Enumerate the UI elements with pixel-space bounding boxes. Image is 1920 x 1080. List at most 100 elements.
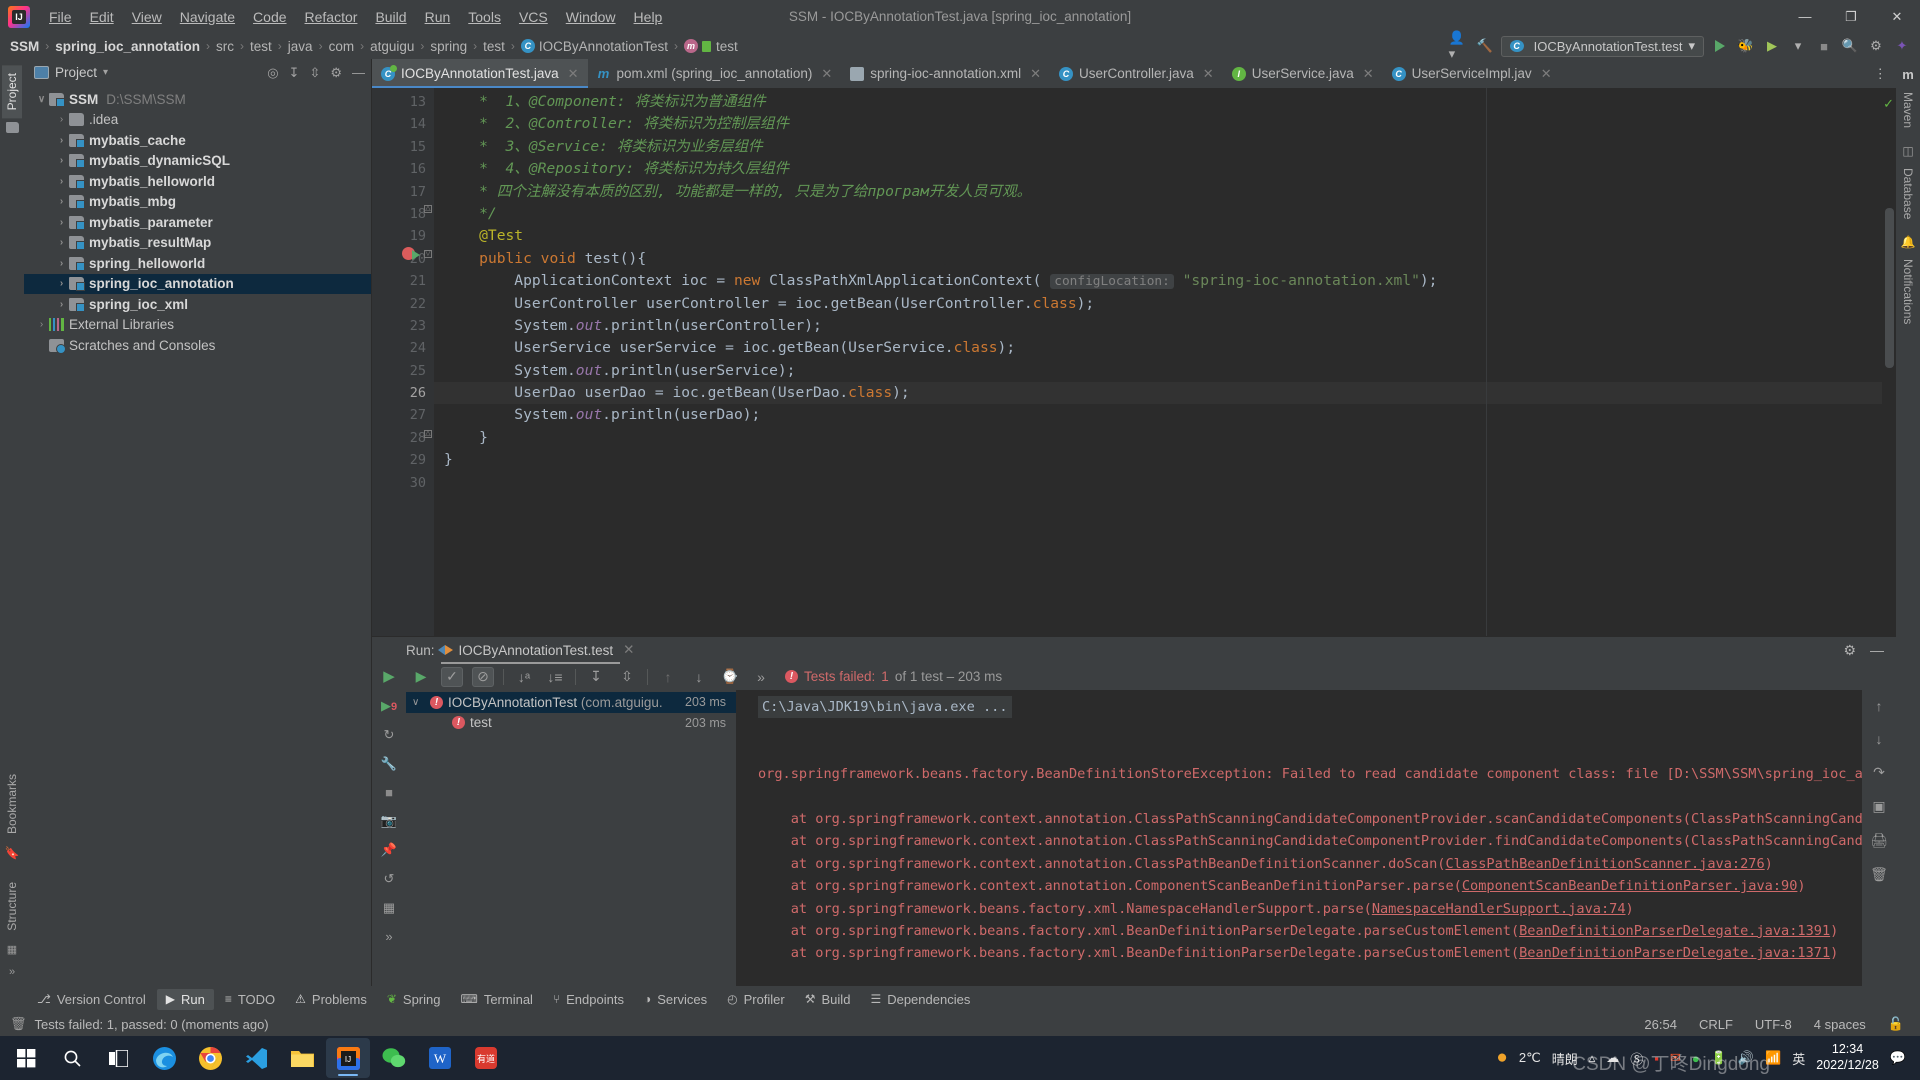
start-button[interactable]	[4, 1038, 48, 1078]
wifi-icon[interactable]: 📶	[1765, 1050, 1781, 1066]
code-line[interactable]: */	[434, 203, 1882, 225]
project-tree[interactable]: ∨ SSM D:\SSM\SSM › .idea › mybatis_cache › mybat…	[24, 86, 371, 986]
menu-build[interactable]: Build	[366, 6, 415, 28]
pin-tab-icon[interactable]: 📌	[381, 842, 397, 858]
sidebar-item-project[interactable]: Project	[2, 65, 22, 119]
breadcrumb-item-src[interactable]: src	[216, 39, 234, 54]
weather-desc[interactable]: 晴朗	[1552, 1049, 1578, 1068]
menu-code[interactable]: Code	[244, 6, 295, 28]
breadcrumb-item-com[interactable]: com	[329, 39, 355, 54]
wechat-taskbar-icon[interactable]	[372, 1038, 416, 1078]
expand-all-button[interactable]: ↧	[585, 667, 607, 687]
stacktrace-link[interactable]: BeanDefinitionParserDelegate.java:1371	[1519, 945, 1830, 961]
fold-marker-icon[interactable]: △	[424, 430, 432, 438]
export-test-results-icon[interactable]: 📷	[381, 813, 397, 829]
tree-item[interactable]: › mybatis_dynamicSQL	[24, 151, 371, 172]
more-options-icon[interactable]: »	[385, 929, 392, 944]
tool-window-button-endpoints[interactable]: ⑂ Endpoints	[544, 989, 633, 1010]
close-icon[interactable]: ✕	[1363, 66, 1374, 82]
close-icon[interactable]: ✕	[1203, 66, 1214, 82]
minimize-button[interactable]: —	[1782, 0, 1828, 33]
mail-icon[interactable]: ✉	[1670, 1050, 1681, 1066]
close-icon[interactable]: ✕	[1541, 66, 1552, 82]
chevron-right-icon[interactable]: ›	[54, 196, 69, 207]
breadcrumb-item-java[interactable]: java	[288, 39, 313, 54]
settings-gear-icon[interactable]: ⚙	[1866, 36, 1886, 56]
code-line[interactable]: System.out.println(userDao);	[434, 404, 1882, 426]
chrome-browser-icon[interactable]	[188, 1038, 232, 1078]
show-ignored-toggle[interactable]: ⊘	[472, 666, 494, 687]
test-tree-row[interactable]: test 203 ms	[406, 713, 736, 734]
breadcrumb-item-atguigu[interactable]: atguigu	[370, 39, 414, 54]
user-account-icon[interactable]: 👤▾	[1449, 30, 1469, 61]
more-run-options-icon[interactable]: ▾	[1788, 36, 1808, 56]
menu-edit[interactable]: Edit	[81, 6, 123, 28]
editor-tab[interactable]: spring-ioc-annotation.xml ✕	[841, 59, 1050, 88]
stacktrace-link[interactable]: ComponentScanBeanDefinitionParser.java:9…	[1462, 878, 1798, 894]
stacktrace-link[interactable]: BeanDefinitionParserDelegate.java:1391	[1519, 923, 1830, 939]
wps-writer-icon[interactable]: W	[418, 1038, 462, 1078]
code-line[interactable]: public void test(){	[434, 248, 1882, 270]
toggle-auto-test-icon[interactable]: ↻	[384, 727, 395, 743]
chevron-right-icon[interactable]: ›	[54, 217, 69, 228]
layout-settings-icon[interactable]: ▦	[383, 900, 395, 916]
menu-window[interactable]: Window	[557, 6, 625, 28]
menu-vcs[interactable]: VCS	[510, 6, 557, 28]
onedrive-icon[interactable]: ☁	[1606, 1050, 1619, 1066]
tool-window-button-build[interactable]: ⚒ Build	[796, 989, 860, 1010]
menu-run[interactable]: Run	[416, 6, 460, 28]
tree-item[interactable]: ∨ SSM D:\SSM\SSM	[24, 89, 371, 110]
hide-panel-icon[interactable]: —	[1870, 642, 1884, 659]
run-tab[interactable]: IOCByAnnotationTest.test ✕	[437, 642, 634, 664]
search-taskbar-icon[interactable]	[50, 1038, 94, 1078]
sort-by-duration-button[interactable]: ↓≡	[544, 667, 566, 687]
sidebar-item-database[interactable]: Database	[1898, 160, 1918, 227]
menu-navigate[interactable]: Navigate	[171, 6, 244, 28]
code-line[interactable]: UserDao userDao = ioc.getBean(UserDao.cl…	[434, 382, 1882, 405]
wrench-settings-icon[interactable]: 🔧	[381, 756, 397, 772]
qq-icon[interactable]: ▪	[1654, 1051, 1659, 1066]
chevron-right-icon[interactable]: ›	[34, 319, 49, 330]
editor-tabs-more-icon[interactable]: ⋮	[1865, 59, 1897, 88]
settings-gear-icon[interactable]: ⚙	[330, 65, 342, 81]
tree-item[interactable]: › .idea	[24, 110, 371, 131]
wechat-tray-icon[interactable]: ●	[1692, 1051, 1700, 1066]
editor-tab[interactable]: m pom.xml (spring_ioc_annotation) ✕	[588, 59, 842, 88]
chevron-right-icon[interactable]: ›	[54, 135, 69, 146]
debug-button[interactable]: 🐝	[1736, 36, 1756, 56]
clear-all-icon[interactable]: 🗑	[1870, 866, 1888, 883]
test-tree-row[interactable]: ∨ IOCByAnnotationTest (com.atguigu. 203 ms	[406, 692, 736, 713]
rerun-button[interactable]: ▶	[383, 667, 395, 685]
close-icon[interactable]: ✕	[623, 642, 634, 658]
taskbar-clock[interactable]: 12:34 2022/12/28	[1816, 1042, 1879, 1073]
tree-item[interactable]: › mybatis_helloworld	[24, 171, 371, 192]
tool-window-button-todo[interactable]: ≡ TODO	[216, 989, 284, 1010]
chevron-right-icon[interactable]: ›	[54, 176, 69, 187]
tool-window-button-dependencies[interactable]: ☰ Dependencies	[861, 989, 979, 1010]
code-line[interactable]: System.out.println(userController);	[434, 315, 1882, 337]
breadcrumb-item-module[interactable]: spring_ioc_annotation	[55, 39, 200, 54]
code-line[interactable]: @Test	[434, 225, 1882, 247]
maximize-button[interactable]: ❐	[1828, 0, 1874, 33]
editor-tab[interactable]: UserController.java ✕	[1050, 59, 1223, 88]
code-line[interactable]	[434, 472, 1882, 494]
code-line[interactable]: UserService userService = ioc.getBean(Us…	[434, 337, 1882, 359]
code-line[interactable]: * 四个注解没有本质的区别, 功能都是一样的, 只是为了给програм开发人员…	[434, 181, 1882, 203]
scrollbar-thumb[interactable]	[1885, 208, 1894, 368]
code-line[interactable]: }	[434, 427, 1882, 449]
sidebar-item-maven[interactable]: Maven	[1898, 84, 1918, 136]
scroll-to-top-icon[interactable]: ↑	[1876, 698, 1883, 714]
chevron-right-icon[interactable]: ›	[54, 155, 69, 166]
test-history-button[interactable]: ⌚	[719, 667, 741, 687]
file-explorer-icon[interactable]	[280, 1038, 324, 1078]
run-configuration-selector[interactable]: IOCByAnnotationTest.test ▾	[1500, 35, 1704, 57]
tool-window-button-problems[interactable]: ⚠ Problems	[286, 989, 376, 1010]
tool-window-button-run[interactable]: ▶ Run	[156, 988, 214, 1010]
tool-window-button-spring[interactable]: ❦ Spring	[378, 989, 450, 1010]
console-output[interactable]: C:\Java\JDK19\bin\java.exe ... org.spring…	[736, 690, 1862, 986]
battery-icon[interactable]: 🔋	[1711, 1050, 1727, 1066]
weather-temp[interactable]: 2℃	[1519, 1050, 1541, 1066]
scroll-to-end-icon[interactable]: ↓	[1876, 731, 1883, 747]
stop-button[interactable]: ■	[1814, 36, 1834, 56]
youdao-dict-icon[interactable]: 有道	[464, 1038, 508, 1078]
